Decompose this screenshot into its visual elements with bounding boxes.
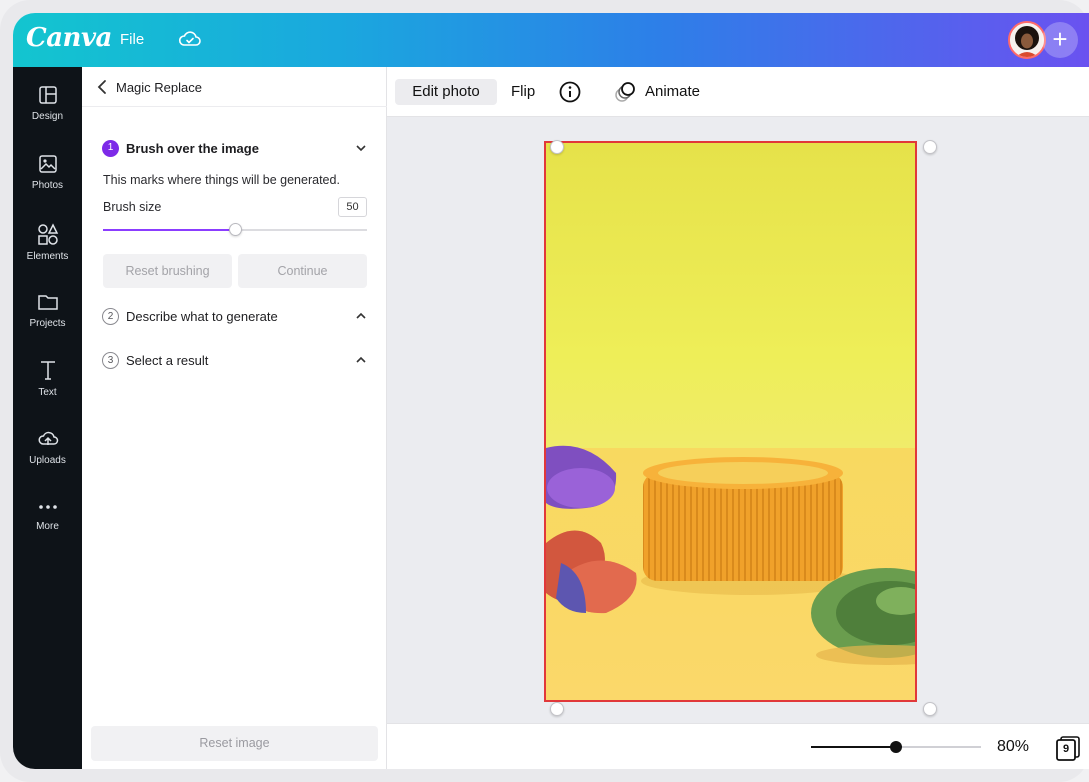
chevron-down-icon (356, 145, 366, 152)
rail-item-photos[interactable]: Photos (13, 154, 82, 191)
step-3-header[interactable]: 3 Select a result (102, 351, 367, 371)
add-button[interactable]: + (1042, 22, 1078, 58)
layout-icon (38, 86, 57, 104)
pages-count: 9 (1062, 743, 1070, 755)
brush-slider-thumb[interactable] (229, 223, 242, 236)
resize-handle-bottom-left[interactable] (550, 702, 564, 716)
cloud-upload-icon (38, 431, 58, 445)
step-number: 2 (102, 308, 119, 325)
ellipsis-icon (38, 505, 57, 509)
panel-title: Magic Replace (116, 80, 202, 95)
device-frame: Canva File + Design Photos Elements Proj… (0, 0, 1089, 782)
folder-icon (37, 295, 58, 310)
zoom-slider-fill (811, 746, 896, 748)
step-2-header[interactable]: 2 Describe what to generate (102, 307, 367, 327)
bottom-bar: 80% 9 (387, 723, 1089, 769)
step-number: 1 (102, 140, 119, 157)
animate-button[interactable]: Animate (645, 83, 700, 100)
reset-brushing-button[interactable]: Reset brushing (103, 254, 232, 288)
chevron-left-icon[interactable] (96, 79, 108, 95)
magic-replace-panel: Magic Replace 1 Brush over the image Thi… (82, 67, 387, 769)
text-icon (40, 361, 55, 380)
zoom-level[interactable]: 80% (997, 738, 1029, 756)
animate-circles-icon (615, 82, 635, 102)
chevron-up-icon (356, 312, 366, 319)
brush-slider-fill (103, 229, 235, 231)
step-label: Select a result (126, 353, 209, 368)
app-window: Canva File + Design Photos Elements Proj… (13, 13, 1089, 769)
continue-button[interactable]: Continue (238, 254, 367, 288)
brush-size-input[interactable]: 50 (338, 197, 367, 217)
left-rail: Design Photos Elements Projects Text Upl… (13, 67, 82, 769)
design-canvas (387, 117, 1089, 723)
rail-label: Photos (31, 180, 64, 191)
info-icon[interactable] (559, 81, 581, 103)
canva-logo[interactable]: Canva (26, 23, 112, 53)
step-label: Brush over the image (126, 141, 259, 156)
step-description: This marks where things will be generate… (103, 173, 340, 187)
zoom-slider-thumb[interactable] (890, 741, 902, 753)
shapes-icon (37, 223, 58, 245)
rail-label: More (36, 521, 59, 532)
rail-item-text[interactable]: Text (13, 359, 82, 398)
pages-button[interactable]: 9 (1055, 735, 1081, 761)
resize-handle-top-left[interactable] (550, 140, 564, 154)
rail-label: Text (38, 387, 57, 398)
step-label: Describe what to generate (126, 309, 278, 324)
file-menu-button[interactable]: File (120, 31, 144, 48)
step-1-header[interactable]: 1 Brush over the image (102, 139, 367, 159)
chevron-up-icon (356, 356, 366, 363)
rail-item-more[interactable]: More (13, 499, 82, 532)
context-toolbar: Edit photo Flip Animate (387, 67, 1089, 117)
rail-label: Elements (26, 251, 69, 262)
step-number: 3 (102, 352, 119, 369)
rail-label: Design (31, 111, 64, 122)
rail-item-elements[interactable]: Elements (13, 223, 82, 262)
rail-item-projects[interactable]: Projects (13, 292, 82, 329)
rail-item-uploads[interactable]: Uploads (13, 429, 82, 466)
rail-label: Projects (29, 318, 66, 329)
panel-header: Magic Replace (82, 67, 387, 107)
selected-photo[interactable] (544, 141, 917, 702)
cloud-check-icon[interactable] (178, 29, 202, 49)
flip-button[interactable]: Flip (511, 83, 535, 100)
image-icon (38, 155, 57, 173)
rail-label: Uploads (29, 455, 66, 466)
rail-item-design[interactable]: Design (13, 85, 82, 122)
product-photo (546, 143, 915, 700)
user-avatar[interactable] (1008, 21, 1046, 59)
resize-handle-top-right[interactable] (923, 140, 937, 154)
resize-handle-bottom-right[interactable] (923, 702, 937, 716)
edit-photo-button[interactable]: Edit photo (395, 79, 497, 105)
brush-size-label: Brush size (103, 200, 162, 214)
top-header: Canva File + (13, 13, 1089, 67)
reset-image-button[interactable]: Reset image (91, 726, 378, 761)
